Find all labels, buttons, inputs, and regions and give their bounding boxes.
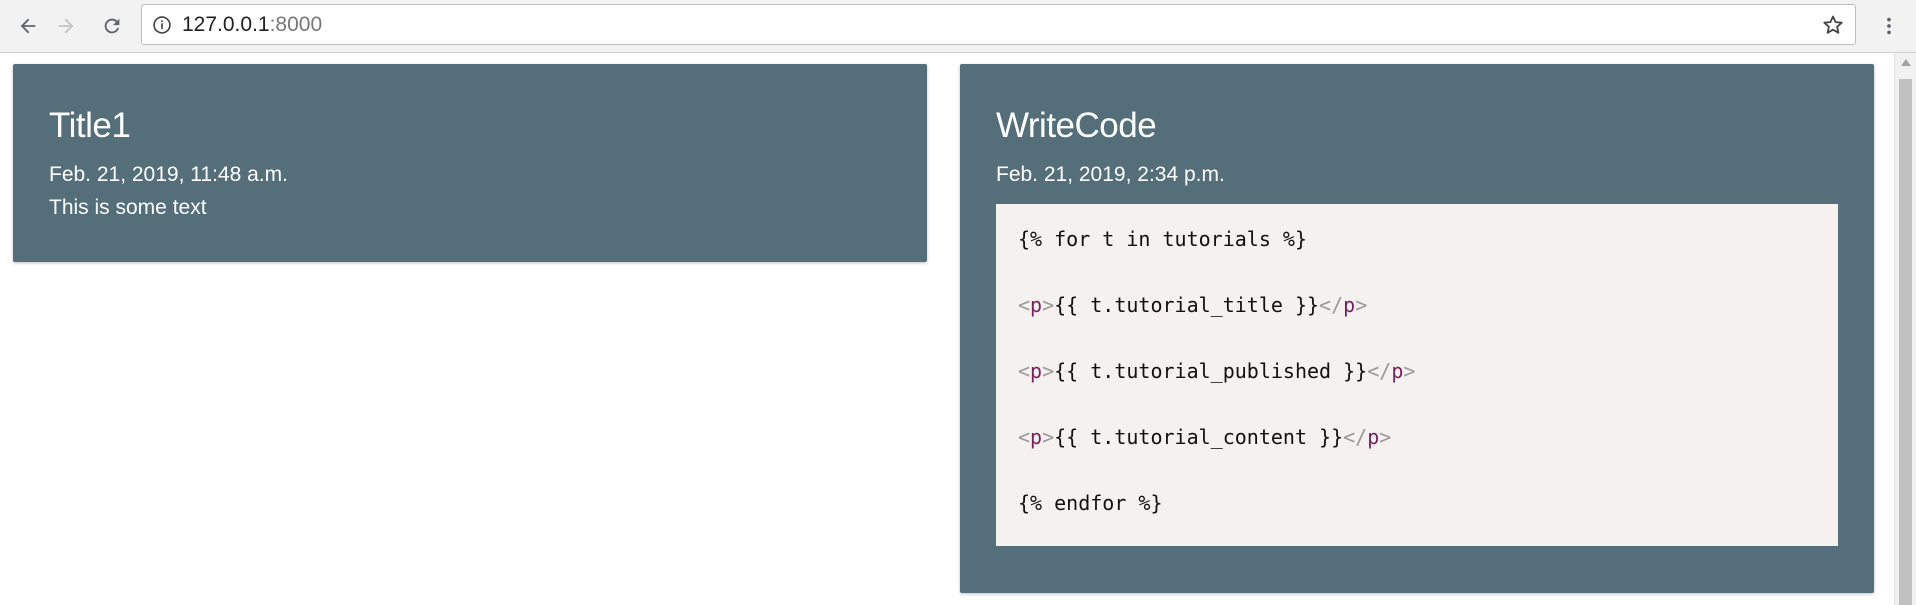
card-title: Title1 xyxy=(49,106,131,145)
bookmark-star-icon[interactable] xyxy=(1821,13,1845,37)
page-viewport: Title1 Feb. 21, 2019, 11:48 a.m. This is… xyxy=(0,53,1894,605)
arrow-right-icon xyxy=(58,18,74,34)
back-button[interactable] xyxy=(11,9,45,43)
info-icon[interactable] xyxy=(152,15,172,35)
vertical-scrollbar[interactable] xyxy=(1894,53,1916,605)
code-line: {% for t in tutorials %} xyxy=(1018,227,1307,251)
browser-menu-button[interactable] xyxy=(1872,9,1906,43)
code-line: <p>{{ t.tutorial_published }}</p> xyxy=(1018,359,1416,383)
browser-toolbar: 127.0.0.1:8000 xyxy=(0,0,1916,53)
tutorial-card: Title1 Feb. 21, 2019, 11:48 a.m. This is… xyxy=(13,64,927,262)
arrow-left-icon xyxy=(20,18,36,34)
code-line: <p>{{ t.tutorial_content }}</p> xyxy=(1018,425,1392,449)
card-date: Feb. 21, 2019, 2:34 p.m. xyxy=(996,163,1225,186)
more-vert-icon xyxy=(1887,17,1891,35)
reload-button[interactable] xyxy=(95,9,129,43)
url-port: :8000 xyxy=(269,13,323,36)
url-text[interactable]: 127.0.0.1:8000 xyxy=(182,14,322,36)
card-title: WriteCode xyxy=(996,106,1157,145)
scrollbar-thumb[interactable] xyxy=(1899,79,1912,605)
reload-icon xyxy=(104,18,120,34)
card-date: Feb. 21, 2019, 11:48 a.m. xyxy=(49,163,288,186)
code-block: {% for t in tutorials %} <p>{{ t.tutoria… xyxy=(996,204,1838,546)
scroll-up-arrow-icon[interactable] xyxy=(1901,59,1911,66)
url-host: 127.0.0.1 xyxy=(182,13,270,36)
address-bar[interactable]: 127.0.0.1:8000 xyxy=(141,4,1856,45)
tutorial-card: WriteCode Feb. 21, 2019, 2:34 p.m. {% fo… xyxy=(960,64,1874,593)
code-line: {% endfor %} xyxy=(1018,491,1163,515)
card-content: This is some text xyxy=(49,196,207,219)
code-line: <p>{{ t.tutorial_title }}</p> xyxy=(1018,293,1368,317)
forward-button[interactable] xyxy=(49,9,83,43)
